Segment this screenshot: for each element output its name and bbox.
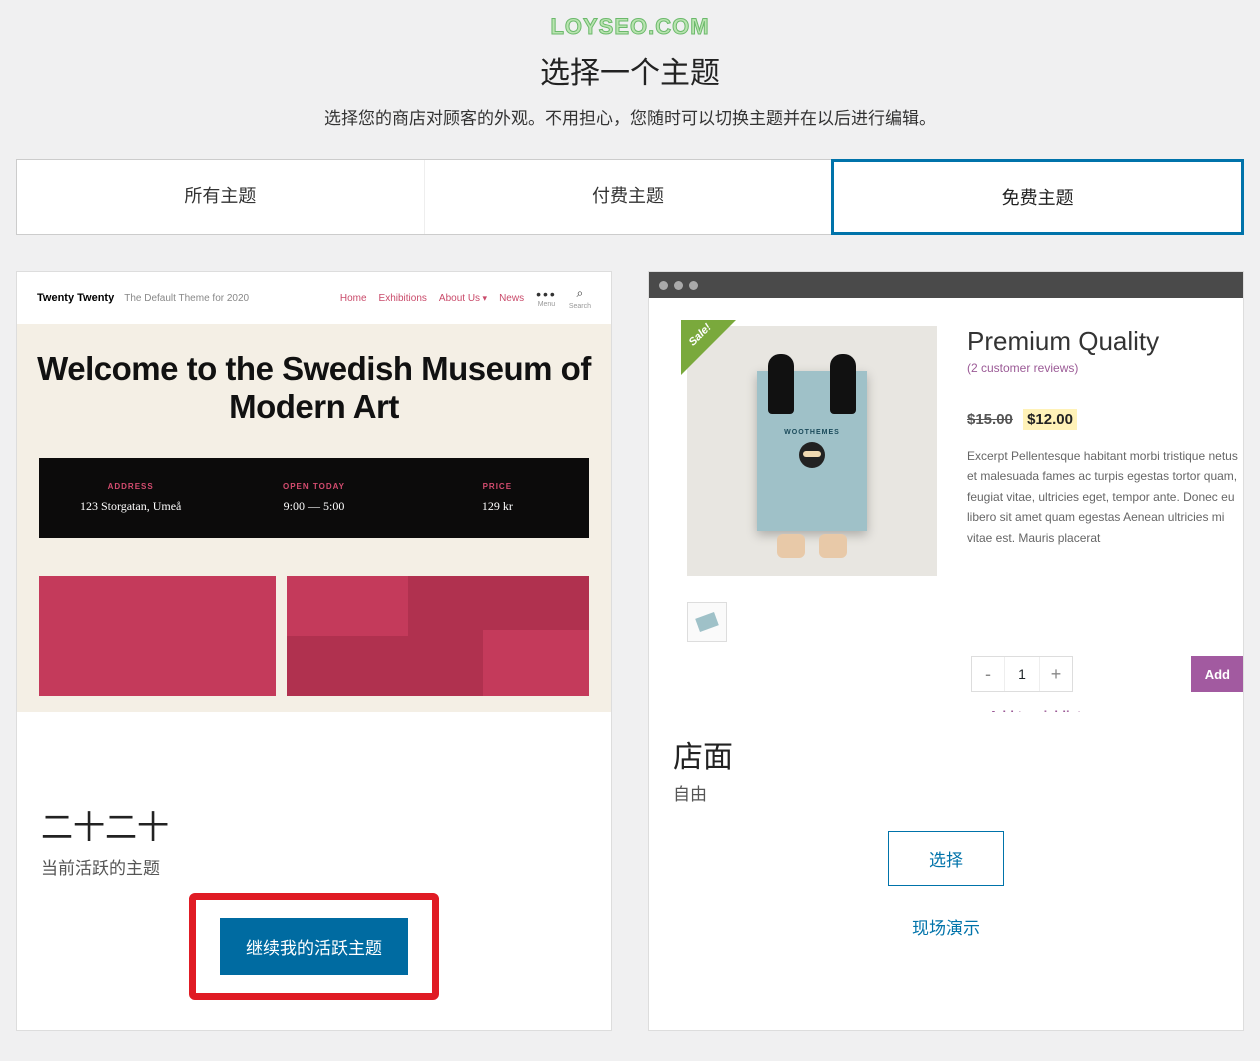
theme-subtitle: 当前活跃的主题 <box>41 854 587 879</box>
theme-subtitle: 自由 <box>673 780 1219 805</box>
open-label: OPEN TODAY <box>222 482 405 491</box>
page-title: 选择一个主题 <box>0 48 1260 92</box>
tabs: 所有主题 付费主题 免费主题 <box>16 159 1244 235</box>
product-image <box>687 326 937 576</box>
theme-preview: Premium Quality (2 customer reviews) $15… <box>649 272 1243 712</box>
theme-card-body: 店面 自由 选择 现场演示 <box>649 712 1243 969</box>
preview-info-bar: ADDRESS 123 Storgatan, Umeå OPEN TODAY 9… <box>39 458 589 538</box>
preview-brand: Twenty Twenty <box>37 292 114 304</box>
menu-icon: •••Menu <box>536 289 557 308</box>
open-value: 9:00 — 5:00 <box>222 499 405 514</box>
tab-all-themes[interactable]: 所有主题 <box>17 160 425 234</box>
product-reviews: (2 customer reviews) <box>967 361 1243 375</box>
preview-tagline: The Default Theme for 2020 <box>124 293 249 304</box>
product-excerpt: Excerpt Pellentesque habitant morbi tris… <box>967 446 1243 548</box>
product-title: Premium Quality <box>967 326 1243 357</box>
search-icon: ⌕Search <box>569 286 591 310</box>
theme-title: 二十二十 <box>41 802 587 848</box>
preview-hero: Welcome to the Swedish Museum of Modern … <box>17 324 611 440</box>
nav-about: About Us <box>439 293 487 304</box>
theme-cards: Twenty Twenty The Default Theme for 2020… <box>0 235 1260 1061</box>
page-subtitle: 选择您的商店对顾客的外观。不用担心，您随时可以切换主题并在以后进行编辑。 <box>0 104 1260 129</box>
qty-value: 1 <box>1004 657 1040 691</box>
theme-title: 店面 <box>673 732 1219 776</box>
add-to-cart-button[interactable]: Add <box>1191 656 1243 692</box>
nav-exhibitions: Exhibitions <box>379 293 427 304</box>
old-price: $15.00 <box>967 411 1013 428</box>
tab-paid-themes[interactable]: 付费主题 <box>425 160 833 234</box>
watermark: LOYSEO.COM <box>0 0 1260 40</box>
preview-header: Twenty Twenty The Default Theme for 2020… <box>17 272 611 324</box>
browser-bar <box>649 272 1243 298</box>
preview-hero-title: Welcome to the Swedish Museum of Modern … <box>37 350 591 426</box>
price-label: PRICE <box>406 482 589 491</box>
quantity-stepper[interactable]: - 1 + <box>971 656 1073 692</box>
qty-plus-button[interactable]: + <box>1040 657 1072 691</box>
sale-badge <box>681 320 736 375</box>
page-header: 选择一个主题 选择您的商店对顾客的外观。不用担心，您随时可以切换主题并在以后进行… <box>0 48 1260 129</box>
add-to-wishlist[interactable]: Add to wishlist <box>971 708 1243 712</box>
address-value: 123 Storgatan, Umeå <box>39 499 222 514</box>
highlight-annotation: 继续我的活跃主题 <box>189 893 439 1000</box>
preview-graphic <box>17 576 611 696</box>
theme-card-twenty-twenty: Twenty Twenty The Default Theme for 2020… <box>16 271 612 1031</box>
continue-active-theme-button[interactable]: 继续我的活跃主题 <box>220 918 408 975</box>
theme-preview: Twenty Twenty The Default Theme for 2020… <box>17 272 611 712</box>
tab-free-themes[interactable]: 免费主题 <box>831 159 1244 235</box>
price-value: 129 kr <box>406 499 589 514</box>
theme-card-storefront: Premium Quality (2 customer reviews) $15… <box>648 271 1244 1031</box>
new-price: $12.00 <box>1023 409 1077 430</box>
product-price: $15.00 $12.00 <box>967 411 1243 428</box>
product-thumb <box>687 602 727 642</box>
qty-minus-button[interactable]: - <box>972 657 1004 691</box>
preview-nav: Home Exhibitions About Us News •••Menu ⌕… <box>340 286 591 310</box>
address-label: ADDRESS <box>39 482 222 491</box>
nav-home: Home <box>340 293 367 304</box>
live-demo-link[interactable]: 现场演示 <box>673 914 1219 939</box>
theme-card-body: 二十二十 当前活跃的主题 继续我的活跃主题 <box>17 712 611 1030</box>
nav-news: News <box>499 293 524 304</box>
select-theme-button[interactable]: 选择 <box>888 831 1004 886</box>
